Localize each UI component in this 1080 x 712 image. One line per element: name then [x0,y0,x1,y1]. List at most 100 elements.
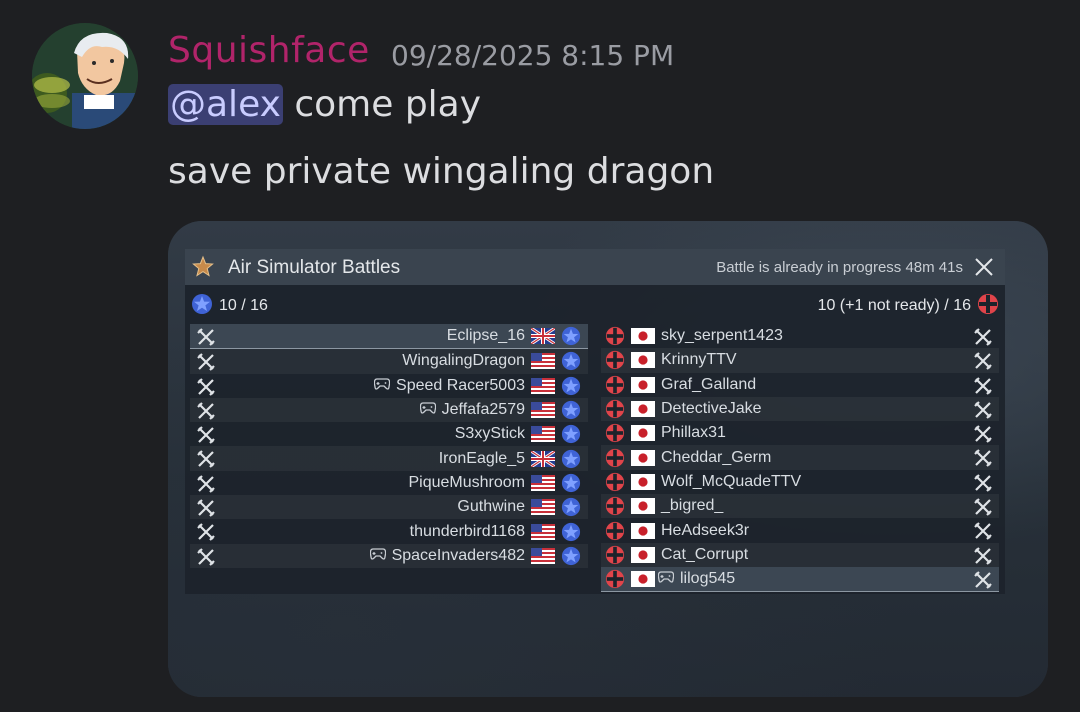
player-row[interactable]: PiqueMushroom [190,471,588,495]
player-name: sky_serpent1423 [661,327,783,345]
player-name: HeAdseek3r [661,521,750,539]
battle-mode-icon [191,255,215,283]
usa-roundel-icon [561,424,581,444]
us-flag-icon [531,499,555,516]
player-row[interactable]: Cat_Corrupt [601,542,999,567]
uk-flag-icon [530,449,556,468]
right-team-list: sky_serpent1423 KrinnyTTV Graf_Galland Dete… [601,324,999,595]
jp-flag-icon [631,571,655,588]
player-row[interactable]: Guthwine [190,495,588,520]
player-name: WingalingDragon [402,352,525,370]
enemy-roundel-icon [605,472,625,492]
player-name-wrap: SpaceInvaders482 [369,547,528,565]
usa-roundel-icon [561,522,581,542]
player-row[interactable]: Phillax31 [601,421,999,445]
enemy-roundel-icon [605,496,625,516]
enemy-roundel-icon [605,375,625,395]
left-team-count: 10 / 16 [191,293,268,319]
player-name-wrap: Jeffafa2579 [419,401,528,419]
user-avatar[interactable] [32,23,138,129]
right-team-count: 10 (+1 not ready) / 16 [818,293,999,319]
player-row[interactable]: SpaceInvaders482 [190,543,588,568]
player-name: _bigred_ [661,497,724,515]
enemy-roundel-icon [605,399,625,419]
player-row[interactable]: sky_serpent1423 [601,324,999,348]
player-row[interactable]: HeAdseek3r [601,518,999,542]
player-name: Phillax31 [661,424,726,442]
player-row[interactable]: WingalingDragon [190,349,588,374]
jp-flag-icon [631,522,655,539]
user-mention[interactable]: @alex [168,84,283,125]
player-name: IronEagle_5 [438,449,525,467]
gamepad-icon [657,570,675,588]
left-team-list: Eclipse_16 WingalingDragon Speed Racer5003… [190,324,588,568]
enemy-roundel-icon [605,423,625,443]
enemy-roundel-icon [605,545,625,565]
usa-roundel-icon [561,400,581,420]
player-row[interactable]: DetectiveJake [601,396,999,422]
gamepad-icon [419,401,436,419]
usa-roundel-icon [561,326,581,346]
gamepad-icon [373,377,391,395]
vehicle-type-icon [973,570,993,595]
us-flag-icon [531,402,555,419]
message-timestamp: 09/28/2025 8:15 PM [391,39,675,72]
jp-flag-icon [631,546,655,563]
jp-flag-icon [631,498,655,515]
player-name: KrinnyTTV [661,351,737,369]
jp-flag-icon [631,376,655,393]
us-flag-icon [531,523,555,540]
usa-roundel-icon [561,546,581,566]
enemy-roundel-icon [605,569,625,589]
player-row[interactable]: KrinnyTTV [601,348,999,373]
jp-flag-icon [631,401,655,418]
player-row[interactable]: Speed Racer5003 [190,374,588,398]
enemy-roundel-icon [605,448,625,468]
jp-flag-icon [631,473,655,490]
vehicle-type-icon [196,327,216,352]
vehicle-type-icon [196,547,216,572]
usa-roundel-icon [191,293,213,320]
player-row[interactable]: Jeffafa2579 [190,397,588,423]
player-name: DetectiveJake [661,400,762,418]
us-flag-icon [531,547,555,564]
player-name: thunderbird1168 [409,522,525,540]
left-team-count-text: 10 / 16 [219,297,268,314]
usa-roundel-icon [561,351,581,371]
player-row[interactable]: IronEagle_5 [190,446,588,471]
player-row[interactable]: Graf_Galland [601,373,999,397]
message-line-2: save private wingaling dragon [168,151,715,192]
player-name: Speed Racer5003 [396,376,525,394]
usa-roundel-icon [561,473,581,493]
player-row[interactable]: lilog545 [601,566,999,595]
enemy-roundel-icon [605,326,625,346]
chat-message: Squishface 09/28/2025 8:15 PM @alex come… [0,0,1080,712]
author-name[interactable]: Squishface [168,30,370,71]
usa-roundel-icon [561,449,581,469]
battle-title: Air Simulator Battles [228,257,401,278]
us-flag-icon [531,426,555,443]
us-flag-icon [531,474,555,491]
enemy-roundel-icon [605,350,625,370]
image-attachment[interactable]: Air Simulator Battles Battle is already … [168,221,1048,697]
player-name-wrap: Speed Racer5003 [373,376,528,395]
jp-flag-icon [631,352,655,369]
player-name: Wolf_McQuadeTTV [661,472,802,490]
player-name: Cat_Corrupt [661,545,749,563]
close-icon[interactable] [973,256,995,282]
player-row[interactable]: S3xyStick [190,422,588,446]
player-name: Eclipse_16 [446,327,525,345]
player-name: Guthwine [457,498,525,516]
player-row[interactable]: Cheddar_Germ [601,445,999,470]
player-row[interactable]: thunderbird1168 [190,519,588,543]
player-name: Cheddar_Germ [661,448,772,466]
player-row[interactable]: _bigred_ [601,494,999,519]
right-team-count-text: 10 (+1 not ready) / 16 [817,297,971,314]
battle-status: Battle is already in progress 48m 41s [716,259,963,276]
usa-roundel-icon [561,497,581,517]
message-text: come play [282,84,482,125]
gamepad-icon [369,547,386,565]
player-row[interactable]: Eclipse_16 [190,324,588,352]
jp-flag-icon [631,328,655,345]
player-row[interactable]: Wolf_McQuadeTTV [601,470,999,494]
